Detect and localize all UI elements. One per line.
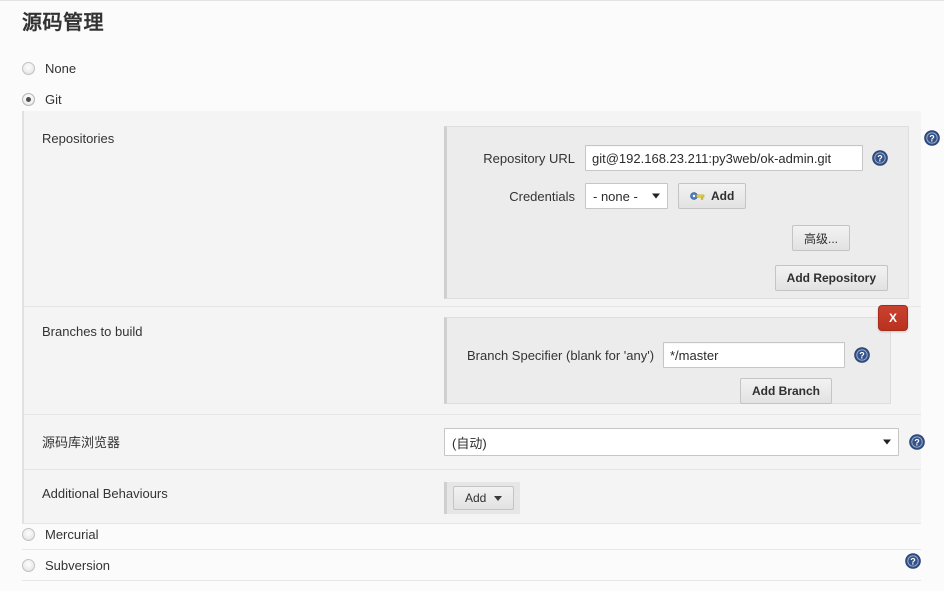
scm-configuration-page: 源码管理 None Git Repositories Repository UR… [0,0,944,591]
radio-mercurial[interactable] [22,527,35,541]
additional-behaviours-panel: Add [444,482,521,514]
svg-text:?: ? [929,134,935,144]
page-title: 源码管理 [22,12,104,34]
key-icon [690,190,705,202]
add-branch-button[interactable]: Add Branch [739,378,832,404]
scm-option-none-label: None [45,60,77,76]
help-icon-repository-browser[interactable]: ? [909,434,925,450]
add-behaviour-button[interactable]: Add [453,486,515,510]
branches-to-build-label: Branches to build [42,324,143,339]
branch-specifier-label: Branch Specifier (blank for 'any') [467,347,655,363]
additional-behaviours-label: Additional Behaviours [42,486,168,501]
branch-panel: X Branch Specifier (blank for 'any') ? [444,305,908,404]
divider-below-mercurial [22,549,921,550]
additional-behaviours-row: Additional Behaviours Add [24,470,921,523]
git-config-section: Repositories Repository URL ? [22,111,940,523]
scm-option-mercurial[interactable]: Mercurial [22,524,98,544]
scm-option-subversion-label: Subversion [45,557,111,573]
svg-text:?: ? [914,438,920,448]
help-icon-branch-specifier[interactable]: ? [854,347,870,363]
radio-none[interactable] [22,61,35,75]
scm-option-git[interactable]: Git [22,89,62,109]
radio-git[interactable] [22,92,35,106]
credentials-label: Credentials [509,188,575,204]
repository-url-input[interactable] [585,145,863,171]
help-icon-repository-url[interactable]: ? [872,150,888,166]
repository-browser-select[interactable]: (自动) [444,428,899,456]
svg-text:?: ? [910,557,916,567]
repository-panel: Repository URL ? [444,126,909,299]
repository-browser-row: 源码库浏览器 (自动) ? [24,415,925,470]
repository-browser-selected-value: (自动) [452,435,487,451]
scm-option-mercurial-label: Mercurial [45,526,99,542]
branch-specifier-field: Branch Specifier (blank for 'any') ? [467,342,870,368]
chevron-down-icon-repository-browser [883,439,891,445]
help-icon-subversion[interactable]: ? [905,553,921,569]
svg-text:?: ? [859,351,865,361]
add-behaviour-label: Add [465,491,487,505]
branch-specifier-input[interactable] [663,342,845,368]
repositories-row: Repositories Repository URL ? [24,111,940,307]
svg-text:?: ? [877,154,883,164]
chevron-down-icon-add-behaviour [494,495,503,501]
repository-url-label: Repository URL [483,150,575,166]
credentials-selected-value: - none - [593,188,638,204]
chevron-down-icon-credentials [652,193,660,199]
delete-branch-button[interactable]: X [878,305,908,331]
add-repository-button[interactable]: Add Repository [774,265,888,291]
scm-option-git-label: Git [45,91,62,107]
help-icon-repositories[interactable]: ? [924,130,940,146]
branches-to-build-row: Branches to build X Branch Specifier (bl… [24,305,921,415]
repository-browser-label: 源码库浏览器 [42,435,121,450]
credentials-field: Credentials - none - Add [467,183,888,209]
repositories-label: Repositories [42,131,115,146]
credentials-select[interactable]: - none - [585,183,668,209]
add-credentials-label: Add [711,189,735,203]
repository-url-field: Repository URL ? [467,145,888,171]
scm-option-subversion[interactable]: Subversion [22,555,110,575]
divider-below-git [22,523,921,524]
radio-subversion[interactable] [22,558,35,572]
divider-bottom [22,580,921,581]
add-credentials-button[interactable]: Add [678,183,747,209]
advanced-button[interactable]: 高级... [791,225,850,251]
scm-option-none[interactable]: None [22,58,76,78]
